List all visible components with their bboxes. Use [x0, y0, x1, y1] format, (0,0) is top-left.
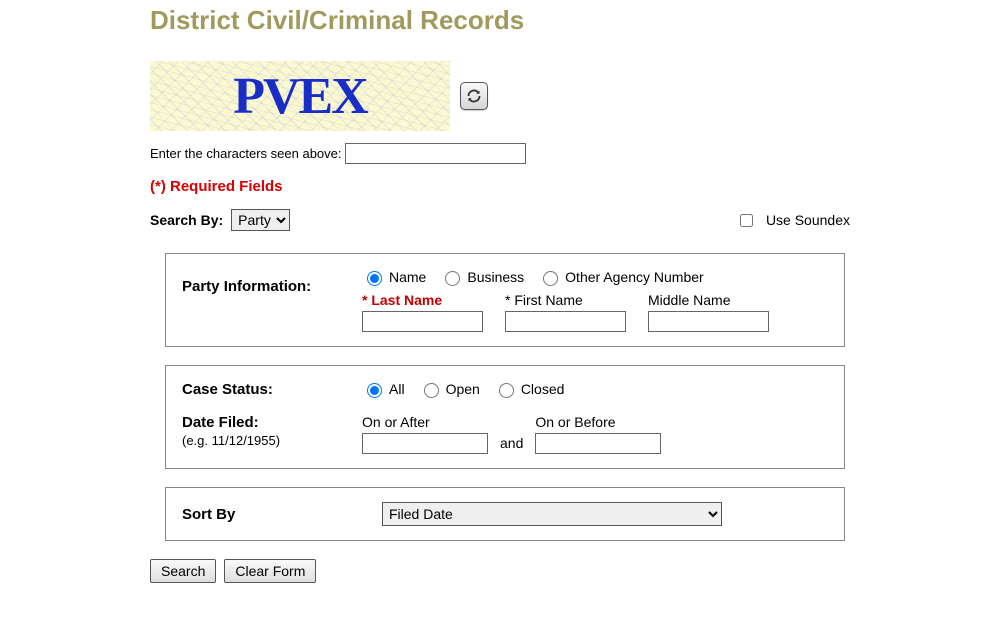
first-name-input[interactable] — [505, 311, 626, 332]
search-by-label: Search By: — [150, 212, 223, 228]
on-or-after-label: On or After — [362, 414, 488, 430]
required-fields-note: (*) Required Fields — [150, 178, 870, 195]
middle-name-label: Middle Name — [648, 292, 769, 308]
case-status-closed-radio[interactable] — [499, 383, 514, 398]
last-name-input[interactable] — [362, 311, 483, 332]
case-status-open-label: Open — [446, 381, 480, 397]
refresh-icon — [466, 88, 482, 104]
search-by-select[interactable]: Party — [231, 209, 290, 231]
search-button[interactable]: Search — [150, 559, 216, 583]
party-type-business-radio[interactable] — [445, 271, 460, 286]
date-filed-label: Date Filed: — [182, 414, 362, 431]
date-filed-hint: (e.g. 11/12/1955) — [182, 433, 362, 448]
case-status-all-radio[interactable] — [367, 383, 382, 398]
clear-form-button[interactable]: Clear Form — [224, 559, 316, 583]
party-type-name-radio[interactable] — [367, 271, 382, 286]
captcha-image: PVEX — [150, 61, 450, 131]
party-information-section: Party Information: Name Business Other A… — [165, 253, 845, 347]
party-type-other-radio[interactable] — [543, 271, 558, 286]
captcha-input[interactable] — [345, 143, 526, 164]
case-status-label: Case Status: — [182, 381, 362, 398]
captcha-input-label: Enter the characters seen above: — [150, 146, 342, 161]
party-info-label: Party Information: — [182, 278, 362, 295]
case-status-open-radio[interactable] — [424, 383, 439, 398]
on-or-before-label: On or Before — [535, 414, 661, 430]
first-name-label: * First Name — [505, 292, 626, 308]
use-soundex-checkbox[interactable] — [740, 214, 753, 227]
sort-by-select[interactable]: Filed Date — [382, 502, 722, 526]
on-or-before-input[interactable] — [535, 433, 661, 454]
middle-name-input[interactable] — [648, 311, 769, 332]
page-title: District Civil/Criminal Records — [150, 5, 870, 36]
on-or-after-input[interactable] — [362, 433, 488, 454]
case-status-closed-label: Closed — [521, 381, 565, 397]
party-type-name-label: Name — [389, 269, 426, 285]
last-name-label: * Last Name — [362, 292, 483, 308]
case-status-all-label: All — [389, 381, 405, 397]
party-type-business-label: Business — [467, 269, 524, 285]
sort-by-label: Sort By — [182, 506, 382, 523]
sort-by-section: Sort By Filed Date — [165, 487, 845, 541]
captcha-text: PVEX — [233, 67, 367, 126]
use-soundex-label: Use Soundex — [766, 212, 850, 228]
case-status-section: Case Status: All Open Closed Date Filed:… — [165, 365, 845, 469]
captcha-refresh-button[interactable] — [460, 82, 488, 110]
and-text: and — [500, 435, 523, 454]
party-type-other-label: Other Agency Number — [565, 269, 704, 285]
